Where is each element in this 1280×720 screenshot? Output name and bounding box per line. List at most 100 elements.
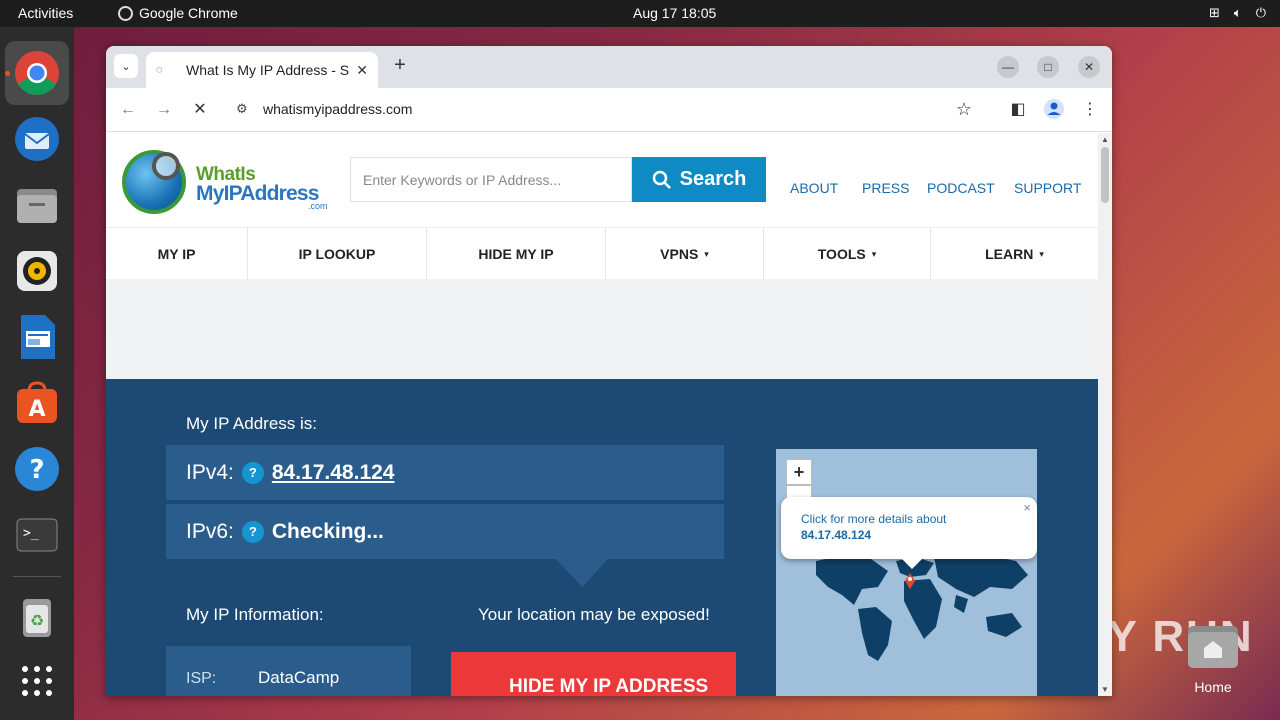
- search-icon: [652, 170, 671, 189]
- tab-search-button[interactable]: ⌄: [114, 54, 138, 78]
- popup-close-icon[interactable]: ×: [1023, 500, 1031, 515]
- forward-button[interactable]: →: [152, 98, 176, 122]
- ipv4-row: IPv4: ? 84.17.48.124: [166, 445, 724, 500]
- ipv6-help-icon[interactable]: ?: [241, 520, 264, 543]
- maximize-button[interactable]: □: [1037, 56, 1059, 78]
- menu-item-learn[interactable]: LEARN ▾: [931, 228, 1098, 280]
- nav-link-podcast[interactable]: PODCAST: [927, 180, 995, 196]
- nav-link-press[interactable]: PRESS: [862, 180, 909, 196]
- help-icon: ?: [15, 447, 59, 491]
- dock-files[interactable]: [13, 181, 61, 229]
- ip-hero-section: My IP Address is: IPv4: ? 84.17.48.124 I…: [106, 379, 1098, 696]
- ip-info-label: My IP Information:: [186, 605, 324, 624]
- search-input[interactable]: Enter Keywords or IP Address...: [350, 157, 632, 202]
- profile-icon[interactable]: [1042, 98, 1066, 122]
- site-header: WhatIs MyIPAddress .com Enter Keywords o…: [106, 133, 1098, 227]
- location-exposed-text: Your location may be exposed!: [478, 605, 710, 624]
- ipv4-help-icon[interactable]: ?: [241, 461, 264, 484]
- dock-trash[interactable]: ♻: [13, 593, 61, 641]
- hide-my-ip-button[interactable]: HIDE MY IP ADDRESS: [451, 652, 736, 696]
- rhythmbox-icon: [17, 251, 57, 291]
- back-arrow-icon: ←: [120, 101, 136, 118]
- location-map[interactable]: + - Click for more details about 84.17.4…: [776, 449, 1037, 696]
- bookmark-star-icon[interactable]: ☆: [956, 99, 972, 120]
- dock-rhythmbox[interactable]: [13, 247, 61, 295]
- dock-thunderbird[interactable]: [13, 115, 61, 163]
- tab-title: What Is My IP Address - S: [186, 62, 350, 78]
- running-indicator: [5, 71, 10, 76]
- dock-chrome[interactable]: [5, 41, 69, 105]
- dock-terminal[interactable]: >_: [13, 511, 61, 559]
- tab-active[interactable]: ◌ What Is My IP Address - S ✕: [146, 52, 378, 88]
- tab-strip: ⌄ ◌ What Is My IP Address - S ✕ + — □ ✕: [106, 46, 1112, 88]
- files-icon: [17, 189, 57, 223]
- ipv4-label: IPv4:: [186, 460, 234, 484]
- app-grid-icon: [22, 666, 52, 696]
- isp-info-box: ISP: DataCamp: [166, 646, 411, 696]
- web-page: WhatIs MyIPAddress .com Enter Keywords o…: [106, 133, 1098, 696]
- chrome-icon: [15, 51, 59, 95]
- menu-item-my-ip[interactable]: MY IP: [106, 228, 248, 280]
- menu-item-tools[interactable]: TOOLS ▾: [764, 228, 931, 280]
- ip-box-pointer: [556, 559, 608, 587]
- search-button[interactable]: Search: [632, 157, 766, 202]
- svg-text:?: ?: [29, 455, 44, 485]
- menu-label: VPNS: [660, 246, 699, 262]
- address-bar[interactable]: ⚙ whatismyipaddress.com ☆: [226, 93, 996, 127]
- activities-button[interactable]: Activities: [18, 5, 73, 21]
- nav-link-about[interactable]: ABOUT: [790, 180, 838, 196]
- dock-help[interactable]: ?: [13, 445, 61, 493]
- stop-button[interactable]: ✕: [188, 98, 212, 122]
- logo-text-line3: .com: [308, 201, 328, 211]
- scroll-up-icon[interactable]: ▲: [1101, 135, 1109, 144]
- minimize-button[interactable]: —: [997, 56, 1019, 78]
- system-tray[interactable]: ⊞ 🔈︎ ⏻: [1209, 5, 1266, 21]
- menu-item-ip-lookup[interactable]: IP LOOKUP: [248, 228, 427, 280]
- dock-writer[interactable]: [13, 313, 61, 361]
- maximize-icon: □: [1044, 60, 1052, 74]
- my-ip-label: My IP Address is:: [186, 414, 318, 433]
- dock-app-grid[interactable]: [13, 657, 61, 705]
- isp-key: ISP:: [186, 670, 217, 687]
- menu-label: LEARN: [985, 246, 1034, 262]
- map-popup[interactable]: Click for more details about 84.17.48.12…: [781, 497, 1037, 559]
- close-window-button[interactable]: ✕: [1078, 56, 1100, 78]
- new-tab-button[interactable]: +: [388, 54, 412, 77]
- site-info-icon[interactable]: ⚙: [236, 101, 248, 117]
- popup-ip[interactable]: 84.17.48.124: [801, 528, 871, 542]
- menu-item-hide-my-ip[interactable]: HIDE MY IP: [427, 228, 606, 280]
- minimize-icon: —: [1002, 60, 1014, 74]
- zoom-in-button[interactable]: +: [786, 459, 812, 485]
- page-scrollbar[interactable]: ▲ ▼: [1098, 133, 1112, 696]
- chrome-small-icon: [118, 5, 133, 21]
- stop-icon: ✕: [193, 101, 207, 118]
- back-button[interactable]: ←: [116, 98, 140, 122]
- main-menu: MY IP IP LOOKUP HIDE MY IP VPNS ▾ TOOLS ▾ …: [106, 227, 1098, 280]
- top-bar: Activities Google Chrome Aug 17 18:05 ⊞ …: [0, 0, 1280, 27]
- caret-down-icon: ▾: [871, 248, 877, 259]
- forward-arrow-icon: →: [156, 101, 172, 118]
- ipv4-value[interactable]: 84.17.48.124: [272, 461, 395, 485]
- ipv6-row: IPv6: ? Checking...: [166, 504, 724, 559]
- scrollbar-thumb[interactable]: [1101, 147, 1109, 203]
- popup-text: Click for more details about: [801, 512, 947, 526]
- ipv6-value: Checking...: [271, 519, 384, 543]
- clock[interactable]: Aug 17 18:05: [633, 5, 716, 21]
- scroll-down-icon[interactable]: ▼: [1101, 685, 1109, 694]
- dock-app-center[interactable]: A: [13, 379, 61, 427]
- app-menu[interactable]: Google Chrome: [118, 5, 238, 21]
- svg-text:>_: >_: [23, 526, 39, 541]
- site-logo[interactable]: WhatIs MyIPAddress .com: [122, 150, 332, 222]
- loading-favicon-icon: ◌: [156, 64, 163, 76]
- nav-link-support[interactable]: SUPPORT: [1014, 180, 1081, 196]
- thunderbird-icon: [15, 117, 59, 161]
- isp-value: DataCamp: [258, 668, 340, 687]
- menu-label: IP LOOKUP: [298, 246, 376, 262]
- chrome-menu-icon[interactable]: ⋮: [1078, 98, 1102, 122]
- chevron-down-icon: ⌄: [121, 60, 131, 73]
- menu-item-vpns[interactable]: VPNS ▾: [606, 228, 764, 280]
- tab-close-icon[interactable]: ✕: [356, 62, 368, 79]
- home-folder-icon[interactable]: [1186, 620, 1240, 670]
- ipv6-label: IPv6:: [186, 519, 234, 543]
- side-panel-icon[interactable]: ◧: [1006, 98, 1030, 122]
